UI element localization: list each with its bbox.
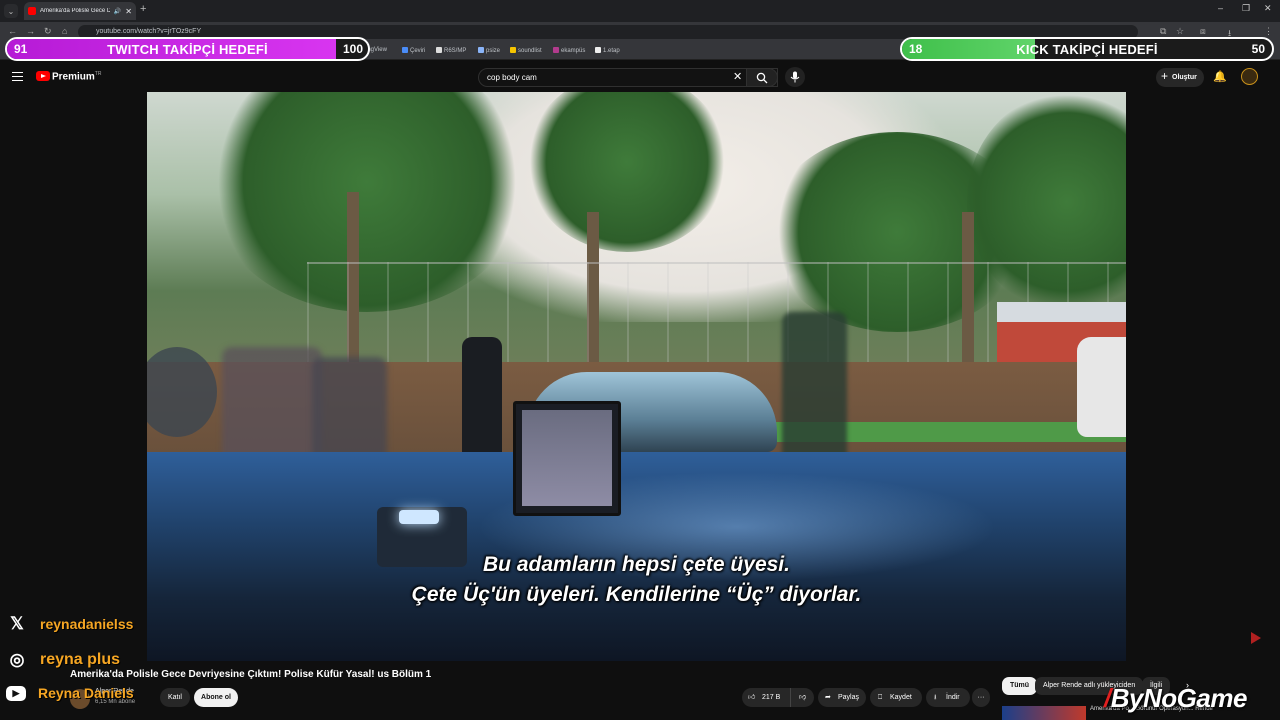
twitch-goal-label: TWITCH TAKİPÇİ HEDEFİ bbox=[107, 41, 268, 57]
minimize-window-button[interactable]: – bbox=[1218, 3, 1223, 13]
bookmark-item[interactable]: Çeviri bbox=[402, 47, 425, 54]
twitch-follower-goal-bar: 91 TWITCH TAKİPÇİ HEDEFİ 100 bbox=[5, 37, 370, 61]
kick-follower-goal-bar: 18 KICK TAKİPÇİ HEDEFİ 50 bbox=[900, 37, 1274, 61]
instagram-icon: ◎ bbox=[9, 650, 25, 669]
blurred-person bbox=[222, 347, 322, 457]
clear-search-icon[interactable]: ✕ bbox=[733, 70, 742, 83]
voice-search-button[interactable] bbox=[785, 67, 805, 87]
dislike-button[interactable]: 👎︎ bbox=[790, 688, 814, 707]
video-title: Amerika'da Polisle Gece Devriyesine Çıkt… bbox=[70, 669, 432, 680]
like-button[interactable]: 👍︎ 217 B bbox=[742, 688, 790, 707]
youtube-header: PremiumTR cop body cam ✕ Oluştur 🔔 bbox=[0, 62, 1280, 92]
tab-audio-icon: 🔊 bbox=[113, 8, 122, 15]
social-handle: Reyna Daniels bbox=[38, 685, 134, 701]
social-youtube: ▶ Reyna Daniels bbox=[6, 685, 134, 701]
bookmark-star-icon[interactable]: ☆ bbox=[1176, 26, 1184, 37]
bookmark-item[interactable]: psize bbox=[478, 47, 500, 54]
home-icon[interactable]: ⌂ bbox=[62, 26, 67, 36]
more-actions-button[interactable]: ··· bbox=[972, 688, 990, 707]
youtube-premium-logo[interactable]: PremiumTR bbox=[52, 71, 101, 82]
browser-tab-active[interactable]: Amerika'da Polisle Gece Dev 🔊 ✕ bbox=[24, 2, 136, 20]
camera-led bbox=[399, 510, 439, 524]
red-pennant-icon bbox=[1251, 632, 1261, 644]
install-icon[interactable]: ⧉ bbox=[1160, 26, 1166, 37]
share-icon: ➦ bbox=[825, 694, 831, 701]
next-video-thumbnail[interactable] bbox=[1002, 706, 1086, 720]
search-button[interactable] bbox=[746, 68, 778, 87]
new-tab-button[interactable]: + bbox=[140, 3, 146, 15]
kick-goal-label: KICK TAKİPÇİ HEDEFİ bbox=[1016, 41, 1158, 57]
bookmark-item[interactable]: ekampüs bbox=[553, 47, 585, 54]
x-icon: 𝕏 bbox=[10, 614, 24, 633]
search-icon bbox=[756, 72, 768, 84]
gps-screen bbox=[522, 410, 612, 506]
social-handle: reyna plus bbox=[40, 651, 121, 668]
white-suv bbox=[1077, 337, 1126, 437]
twitch-goal-target: 100 bbox=[342, 42, 363, 56]
person-standing bbox=[462, 337, 502, 462]
social-instagram: ◎ reyna plus bbox=[6, 649, 120, 671]
bookmark-item[interactable]: soundlist bbox=[510, 47, 542, 54]
create-button[interactable]: Oluştur bbox=[1156, 67, 1204, 87]
extensions-icon[interactable]: ⧈ bbox=[1200, 26, 1206, 37]
youtube-favicon-icon bbox=[28, 7, 36, 15]
subscribe-button[interactable]: Abone ol bbox=[194, 688, 238, 707]
thumbs-up-icon: 👍︎ bbox=[748, 694, 756, 701]
bookmark-item[interactable]: 1.etap bbox=[595, 47, 620, 54]
tab-search-icon[interactable]: ⌄ bbox=[4, 4, 18, 18]
bookmark-icon: ⎕ bbox=[878, 694, 883, 701]
blurred-person bbox=[312, 357, 387, 462]
close-window-button[interactable]: ✕ bbox=[1264, 3, 1272, 14]
share-button[interactable]: ➦ Paylaş bbox=[818, 688, 866, 707]
download-icon: ⭳ bbox=[934, 694, 937, 701]
guide-menu-icon[interactable] bbox=[12, 72, 23, 81]
tab-title: Amerika'da Polisle Gece Dev bbox=[40, 8, 110, 14]
youtube-icon: ▶ bbox=[6, 685, 26, 701]
browser-tabstrip: ⌄ Amerika'da Polisle Gece Dev 🔊 ✕ + – ❐ … bbox=[0, 0, 1280, 22]
download-button[interactable]: ⭳ İndir bbox=[926, 688, 970, 707]
tab-close-icon[interactable]: ✕ bbox=[125, 7, 132, 16]
reload-icon[interactable]: ↻ bbox=[44, 26, 52, 37]
save-button[interactable]: ⎕ Kaydet bbox=[870, 688, 922, 707]
forward-icon[interactable]: → bbox=[26, 26, 35, 36]
restore-window-button[interactable]: ❐ bbox=[1242, 3, 1250, 14]
back-icon[interactable]: ← bbox=[8, 26, 17, 36]
subtitle-line-1: Bu adamların hepsi çete üyesi. bbox=[483, 553, 790, 576]
bookmark-item[interactable]: R6S/MP bbox=[436, 47, 466, 54]
like-count: 217 B bbox=[762, 694, 781, 701]
social-x: 𝕏 reynadanielss bbox=[6, 613, 133, 635]
thumbs-down-icon: 👎︎ bbox=[799, 694, 807, 701]
download-label: İndir bbox=[946, 694, 960, 701]
microphone-icon bbox=[790, 71, 800, 83]
save-label: Kaydet bbox=[890, 694, 912, 701]
youtube-logo-icon[interactable] bbox=[36, 71, 50, 81]
kick-goal-target: 50 bbox=[1251, 42, 1265, 56]
menu-icon[interactable]: ⋮ bbox=[1264, 26, 1273, 37]
notifications-bell-icon[interactable]: 🔔 bbox=[1213, 70, 1227, 83]
chip-all[interactable]: Tümü bbox=[1002, 677, 1038, 695]
share-label: Paylaş bbox=[838, 694, 860, 701]
join-button[interactable]: Katıl bbox=[160, 688, 190, 707]
blurred-person bbox=[782, 312, 847, 467]
dash-gps-device bbox=[513, 401, 621, 516]
subtitle-line-2: Çete Üç'ün üyeleri. Kendilerine “Üç” diy… bbox=[411, 583, 862, 606]
account-avatar[interactable] bbox=[1241, 68, 1258, 85]
video-player[interactable]: Bu adamların hepsi çete üyesi. Çete Üç'ü… bbox=[147, 92, 1126, 661]
social-handle: reynadanielss bbox=[40, 616, 134, 632]
bynogame-logo: /ByNoGame bbox=[1104, 683, 1247, 713]
